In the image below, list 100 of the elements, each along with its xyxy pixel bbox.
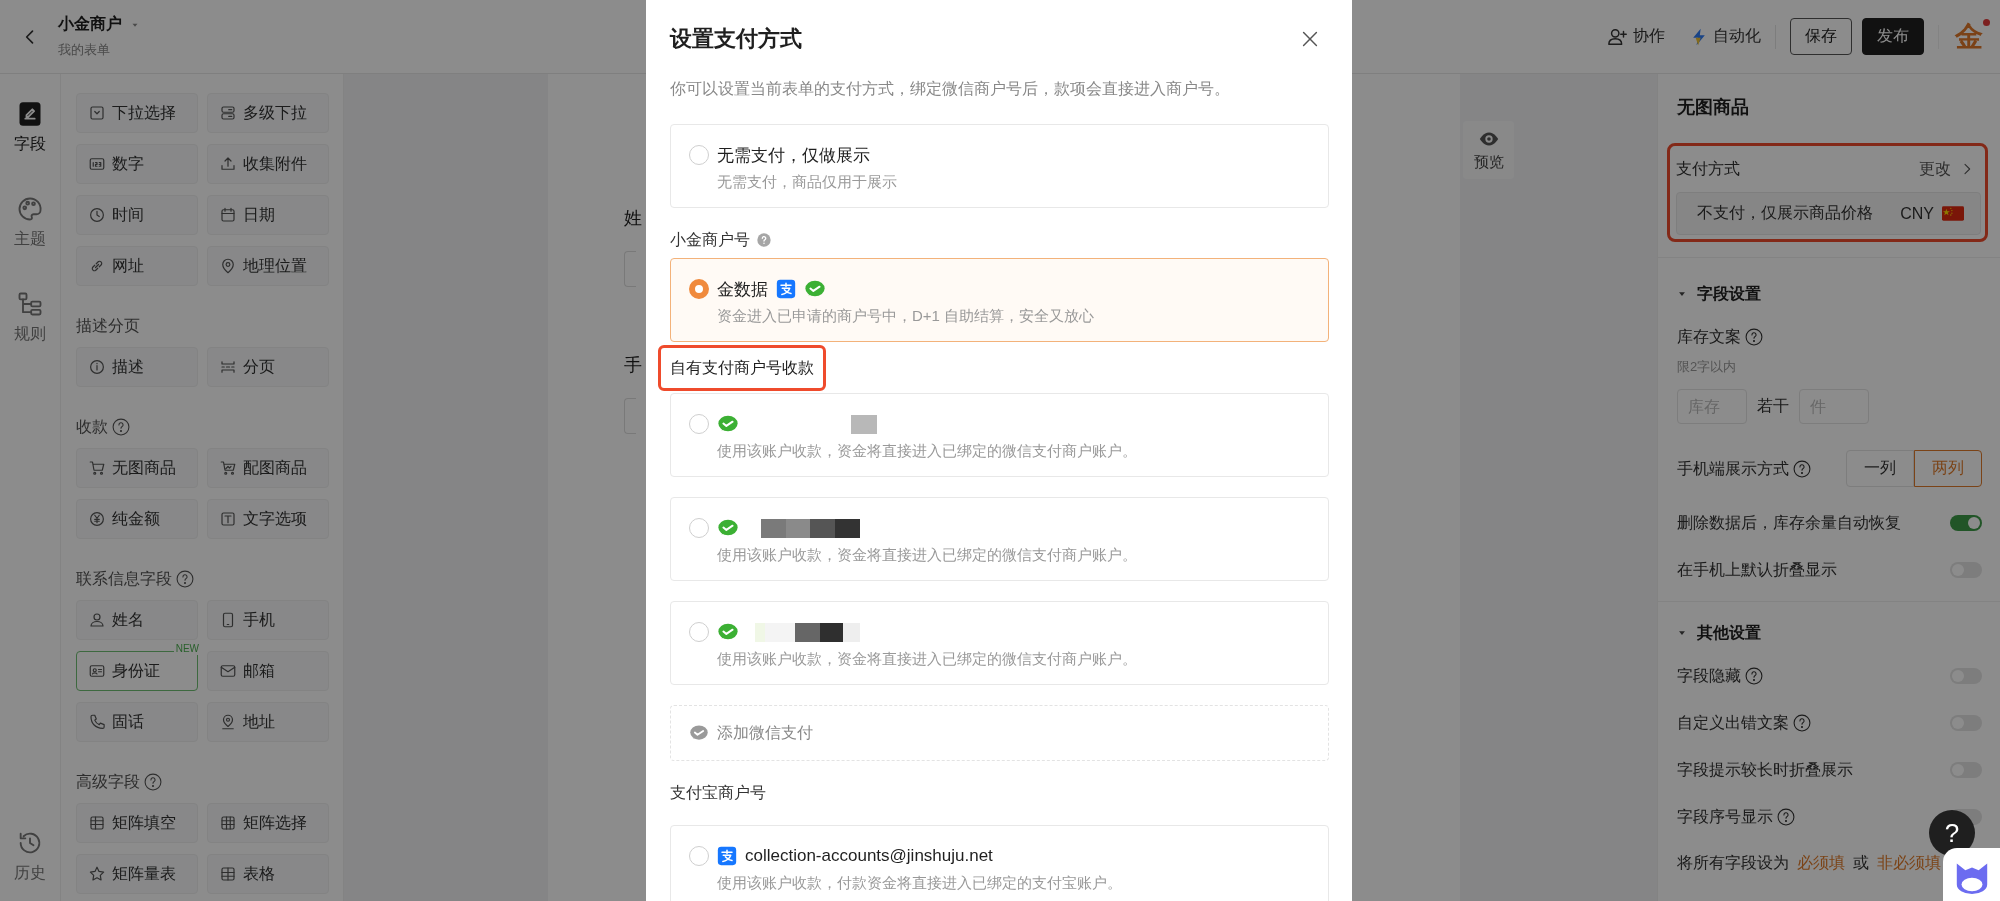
payment-option-card[interactable]: collection-accounts@jinshuju.net 使用该账户收款，付款资金将直接进入已绑定的支付宝账户。 [670, 825, 1329, 901]
field-type-button[interactable]: 日期 [207, 195, 329, 235]
group-label: 支付宝商户号 [670, 783, 766, 803]
conjunction-text: 或 [1853, 853, 1869, 873]
toolbar-action[interactable]: 协作 [1607, 25, 1665, 48]
option-description: 使用该账户收款，资金将直接进入已绑定的微信支付商户账户。 [716, 545, 1138, 565]
publish-button[interactable]: 发布 [1862, 18, 1924, 55]
telephone-icon [88, 713, 106, 731]
option-description: 使用该账户收款，付款资金将直接进入已绑定的支付宝账户。 [716, 873, 1123, 893]
field-type-button[interactable]: 数字 [76, 144, 198, 184]
field-type-button[interactable]: 配图商品 [207, 448, 329, 488]
add-wechat-pay-button[interactable]: 添加微信支付 [670, 705, 1329, 761]
group-label: 自有支付商户号收款 [670, 358, 814, 378]
option-title: 无需支付，仅做展示 [717, 144, 870, 167]
toolbar-action[interactable]: 自动化 [1689, 26, 1761, 47]
field-type-button[interactable]: 矩阵量表 [76, 854, 198, 894]
group-label: 小金商户号 [670, 230, 750, 250]
field-type-button[interactable]: 下拉选择 [76, 93, 198, 133]
star-icon [88, 865, 106, 883]
field-type-button[interactable]: 矩阵填空 [76, 803, 198, 843]
sidebar-tab[interactable]: 主题 [14, 195, 46, 249]
section-title: 收款 [76, 417, 108, 437]
field-type-button[interactable]: 网址 [76, 246, 198, 286]
field-type-button[interactable]: 地址 [207, 702, 329, 742]
number-box-icon [88, 155, 106, 173]
field-type-button[interactable]: 地理位置 [207, 246, 329, 286]
currency-code: CNY [1900, 204, 1934, 223]
wechat-pay-icon [689, 723, 709, 743]
field-label: 手 [624, 354, 642, 377]
payment-method-text: 不支付，仅展示商品价格 [1697, 203, 1874, 223]
setting-label: 自定义出错文案 [1677, 712, 1789, 733]
option-description: 使用该账户收款，资金将直接进入已绑定的微信支付商户账户。 [716, 441, 1138, 461]
section-title: 联系信息字段 [76, 569, 172, 589]
option-title: collection-accounts@jinshuju.net [745, 846, 993, 866]
payment-option-card[interactable]: 使用该账户收款，资金将直接进入已绑定的微信支付商户账户。 [670, 497, 1329, 581]
field-type-button[interactable]: 邮箱 [207, 651, 329, 691]
field-type-button[interactable]: 多级下拉 [207, 93, 329, 133]
palette-icon [16, 195, 44, 223]
field-type-button[interactable]: 时间 [76, 195, 198, 235]
page-break-icon [219, 358, 237, 376]
save-button[interactable]: 保存 [1790, 18, 1852, 55]
toggle-switch[interactable] [1950, 514, 1982, 531]
sidebar-tab[interactable]: 字段 [14, 100, 46, 154]
radio-button[interactable] [689, 414, 709, 434]
radio-button[interactable] [689, 279, 709, 299]
payment-option-card[interactable]: 金数据 资金进入已申请的商户号中，D+1 自助结算，安全又放心 [670, 258, 1329, 342]
stacked-boxes-icon [219, 104, 237, 122]
preview-button[interactable]: 预览 [1463, 121, 1514, 179]
form-breadcrumb: 我的表单 [58, 41, 111, 59]
field-type-button[interactable]: 收集附件 [207, 144, 329, 184]
option-description: 无需支付，商品仅用于展示 [716, 172, 898, 192]
field-type-button[interactable]: 手机 [207, 600, 329, 640]
setting-label: 手机端展示方式 [1677, 458, 1789, 479]
field-type-button[interactable]: 描述 [76, 347, 198, 387]
flag-icon [1942, 206, 1964, 221]
radio-button[interactable] [689, 846, 709, 866]
option-description: 资金进入已申请的商户号中，D+1 自助结算，安全又放心 [716, 306, 1096, 326]
sidebar-tab[interactable]: 规则 [14, 290, 46, 344]
section-title: 高级字段 [76, 772, 140, 792]
alipay-icon [776, 279, 796, 299]
change-link[interactable]: 更改 [1919, 158, 1981, 180]
option-title: 金数据 [717, 278, 768, 301]
location-pin-icon [219, 713, 237, 731]
field-type-button[interactable]: 纯金额 [76, 499, 198, 539]
blurred-account-name [851, 414, 877, 434]
field-type-button[interactable]: 固话 [76, 702, 198, 742]
section-title: 描述分页 [76, 316, 140, 336]
sidebar-tab[interactable]: 历史 [14, 829, 46, 883]
person-icon [88, 611, 106, 629]
option-description: 使用该账户收款，资金将直接进入已绑定的微信支付商户账户。 [716, 649, 1138, 669]
segment-option[interactable]: 一列 [1846, 450, 1914, 487]
unit-text: 若干 [1757, 396, 1789, 416]
upload-icon [219, 155, 237, 173]
table-icon [219, 814, 237, 832]
radio-button[interactable] [689, 622, 709, 642]
dropdown-icon [88, 104, 106, 122]
field-type-button[interactable]: 姓名 [76, 600, 198, 640]
alipay-icon [717, 846, 737, 866]
field-type-button[interactable]: 文字选项 [207, 499, 329, 539]
notification-dot [1983, 18, 1990, 26]
setting-label: 将所有字段设为 [1677, 853, 1789, 873]
panel-title: 无图商品 [1677, 96, 1750, 119]
field-type-button[interactable]: 矩阵选择 [207, 803, 329, 843]
field-type-button[interactable]: 表格 [207, 854, 329, 894]
yen-coin-icon [88, 510, 106, 528]
calendar-icon [219, 206, 237, 224]
payment-option-card[interactable]: 使用该账户收款，资金将直接进入已绑定的微信支付商户账户。 [670, 601, 1329, 685]
dialog-description: 你可以设置当前表单的支付方式，绑定微信商户号后，款项会直接进入商户号。 [670, 79, 1231, 99]
field-type-button[interactable]: 分页 [207, 347, 329, 387]
radio-button[interactable] [689, 145, 709, 165]
payment-option-card[interactable]: 无需支付，仅做展示 无需支付，商品仅用于展示 [670, 124, 1329, 208]
field-type-button[interactable]: 身份证 [76, 651, 198, 691]
setting-label: 字段序号显示 [1677, 806, 1773, 827]
field-type-button[interactable]: 无图商品 [76, 448, 198, 488]
setting-label: 字段提示较长时折叠展示 [1677, 759, 1853, 780]
radio-button[interactable] [689, 518, 709, 538]
section-title: 其他设置 [1697, 623, 1761, 643]
payment-option-card[interactable]: 使用该账户收款，资金将直接进入已绑定的微信支付商户账户。 [670, 393, 1329, 477]
setting-label: 删除数据后，库存余量自动恢复 [1677, 512, 1901, 533]
table-icon [88, 814, 106, 832]
